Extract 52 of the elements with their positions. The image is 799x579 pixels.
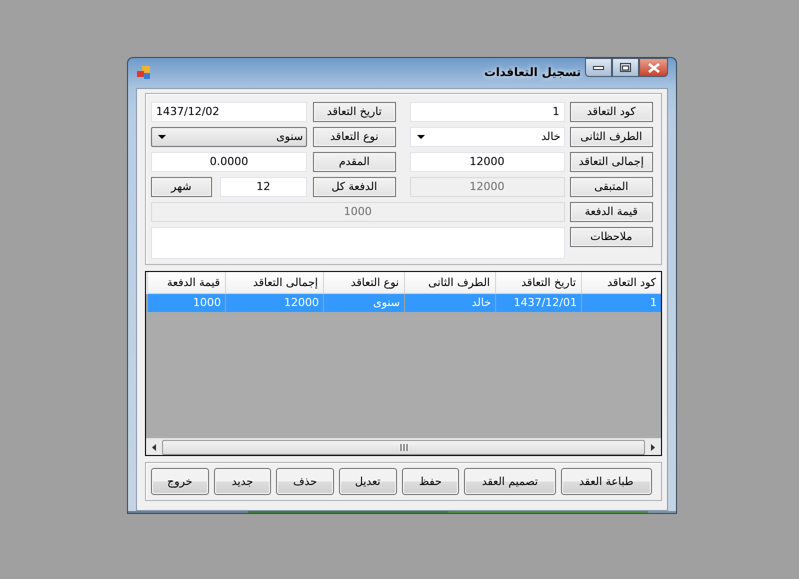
dropdown-arrow-icon — [158, 135, 166, 139]
app-icon — [137, 66, 151, 80]
close-button[interactable] — [639, 58, 668, 77]
field-label: كود التعاقد — [570, 102, 653, 122]
field-label: الطرف الثانى — [570, 127, 653, 147]
column-header[interactable]: إجمالى التعاقد — [225, 272, 323, 294]
column-header[interactable]: الطرف الثانى — [404, 272, 495, 294]
left-arrow-icon — [152, 444, 156, 450]
unit-label: شهر — [151, 177, 212, 197]
table-cell: 1000 — [147, 294, 225, 312]
table-cell: 1 — [581, 294, 661, 312]
action-button[interactable]: تصميم العقد — [464, 468, 556, 495]
maximize-button[interactable] — [612, 58, 639, 77]
action-button[interactable]: حفظ — [402, 468, 460, 495]
column-header[interactable]: تاريخ التعاقد — [495, 272, 581, 294]
action-button[interactable]: تعديل — [338, 468, 397, 495]
table-cell: خالد — [404, 294, 495, 312]
field-label: نوع التعاقد — [313, 127, 396, 147]
text-field[interactable]: 12 — [220, 177, 308, 197]
close-icon — [648, 62, 660, 72]
text-field[interactable]: 12000 — [410, 152, 565, 172]
column-header[interactable]: قيمة الدفعة — [147, 272, 225, 294]
field-label: ملاحظات — [570, 227, 653, 247]
field-label: تاريخ التعاقد — [313, 102, 396, 122]
field-label: قيمة الدفعة — [570, 202, 653, 222]
scrollbar-thumb[interactable] — [162, 440, 645, 454]
minimize-button[interactable] — [585, 58, 612, 77]
action-button[interactable]: جديد — [214, 468, 272, 495]
field-label: المقدم — [313, 152, 396, 172]
dropdown-field[interactable]: سنوى — [151, 127, 308, 147]
dropdown-arrow-icon — [416, 135, 424, 139]
field-label: إجمالى التعاقد — [570, 152, 653, 172]
table-cell: 1437/12/01 — [495, 294, 581, 312]
action-button[interactable]: خروج — [150, 468, 209, 495]
text-field[interactable]: 1 — [410, 102, 565, 122]
text-field[interactable]: 0.0000 — [151, 152, 308, 172]
minimize-icon — [593, 66, 604, 70]
field-label: المتبقى — [570, 177, 653, 197]
field-label: الدفعة كل — [313, 177, 396, 197]
grip-icon — [400, 444, 408, 450]
action-button[interactable]: حذف — [276, 468, 334, 495]
maximize-icon — [620, 63, 631, 72]
dropdown-field[interactable]: خالد — [410, 127, 565, 147]
window-title: تسجيل التعاقدات — [484, 66, 581, 80]
column-header[interactable]: نوع التعاقد — [323, 272, 404, 294]
notes-field[interactable] — [151, 227, 564, 259]
table-cell: 12000 — [225, 294, 323, 312]
text-field[interactable]: 1437/12/02 — [151, 102, 308, 122]
column-header[interactable]: كود التعاقد — [581, 272, 661, 294]
action-button[interactable]: طباعة العقد — [560, 468, 652, 495]
table-cell: سنوى — [323, 294, 404, 312]
right-arrow-icon — [651, 444, 655, 450]
